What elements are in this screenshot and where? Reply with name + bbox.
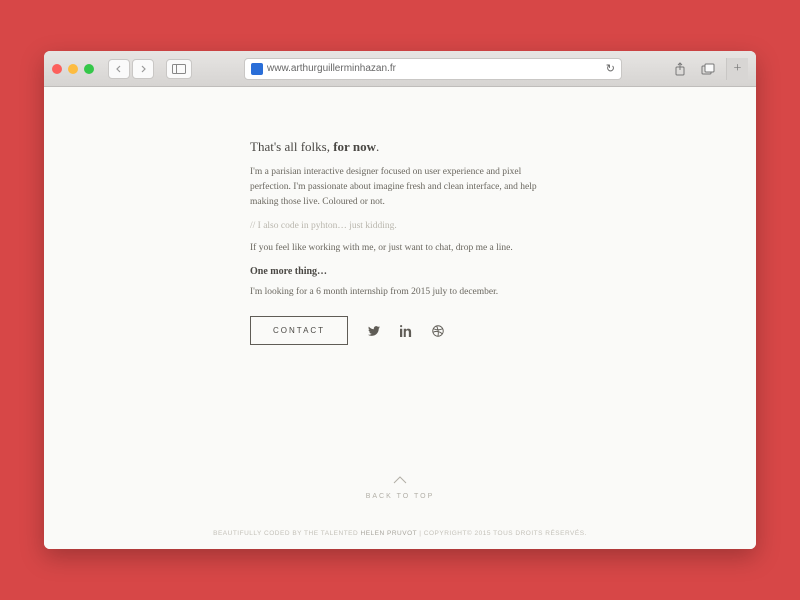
share-button[interactable] (668, 59, 692, 79)
internship-paragraph: I'm looking for a 6 month internship fro… (250, 285, 550, 300)
back-to-top[interactable]: BACK TO TOP (44, 456, 756, 518)
heading-post: . (376, 139, 379, 154)
footer: BEAUTIFULLY CODED BY THE TALENTED HELEN … (44, 518, 756, 549)
code-comment: // I also code in pyhton… just kidding. (250, 221, 550, 231)
footer-credit-name[interactable]: HELEN PRUVOT (361, 530, 417, 537)
page-heading: That's all folks, for now. (250, 139, 550, 155)
heading-bold: for now (333, 139, 376, 154)
heading-pre: That's all folks, (250, 139, 333, 154)
toolbar-right (668, 59, 720, 79)
back-to-top-label: BACK TO TOP (366, 493, 435, 500)
tabs-button[interactable] (696, 59, 720, 79)
browser-titlebar: www.arthurguillerminhazan.fr ↻ + (44, 51, 756, 87)
twitter-icon[interactable] (368, 324, 380, 336)
maximize-window-button[interactable] (84, 64, 94, 74)
intro-paragraph: I'm a parisian interactive designer focu… (250, 165, 550, 211)
traffic-lights (52, 64, 94, 74)
social-links (368, 324, 444, 336)
footer-suffix: | COPYRIGHT© 2015 TOUS DROITS RÉSERVÉS. (417, 530, 587, 537)
chevron-up-icon (44, 476, 756, 487)
reload-button[interactable]: ↻ (606, 62, 615, 75)
minimize-window-button[interactable] (68, 64, 78, 74)
forward-button[interactable] (132, 59, 154, 79)
url-text: www.arthurguillerminhazan.fr (267, 63, 396, 74)
sidebar-toggle-button[interactable] (166, 59, 192, 79)
dribbble-icon[interactable] (432, 324, 444, 336)
favicon-icon (251, 63, 263, 75)
subheading: One more thing… (250, 266, 550, 277)
new-tab-button[interactable]: + (726, 58, 748, 80)
nav-buttons (108, 59, 154, 79)
text-block: That's all folks, for now. I'm a parisia… (250, 139, 550, 345)
contact-button[interactable]: CONTACT (250, 316, 348, 345)
linkedin-icon[interactable] (400, 324, 412, 336)
contact-paragraph: If you feel like working with me, or jus… (250, 241, 550, 256)
url-bar[interactable]: www.arthurguillerminhazan.fr ↻ (244, 58, 622, 80)
close-window-button[interactable] (52, 64, 62, 74)
browser-window: www.arthurguillerminhazan.fr ↻ + That's … (44, 51, 756, 549)
actions-row: CONTACT (250, 316, 550, 345)
page-content: That's all folks, for now. I'm a parisia… (44, 87, 756, 549)
back-button[interactable] (108, 59, 130, 79)
main-section: That's all folks, for now. I'm a parisia… (44, 87, 756, 456)
footer-prefix: BEAUTIFULLY CODED BY THE TALENTED (213, 530, 360, 537)
